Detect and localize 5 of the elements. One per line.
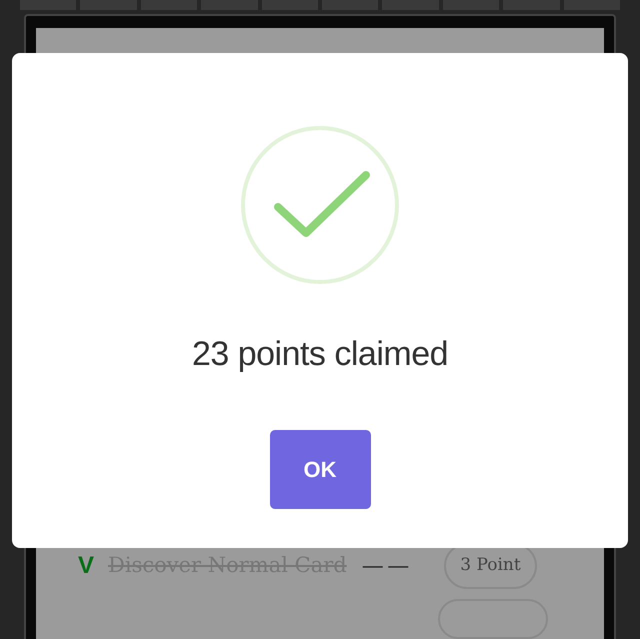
done-mark: V <box>78 550 94 581</box>
success-check-icon <box>240 125 400 285</box>
dash-separator: — — <box>362 554 408 579</box>
dialog-title: 23 points claimed <box>192 334 448 375</box>
ok-button[interactable]: OK <box>270 430 370 509</box>
